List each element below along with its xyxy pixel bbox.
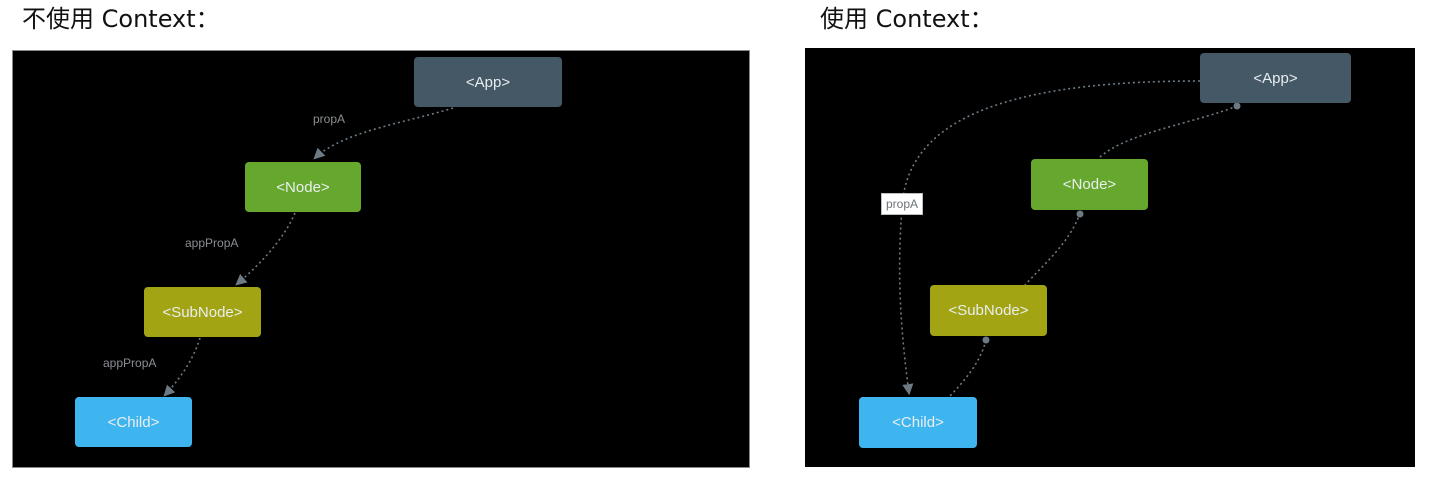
caption-with-context: 使用 Context： <box>820 5 994 33</box>
edge-node-to-subnode <box>1024 212 1081 286</box>
diagram-with-context: propA <App> <Node> <SubNode> <Child> <box>805 48 1415 467</box>
edge-app-to-node <box>1098 105 1238 159</box>
edge-label-propA-context: propA <box>881 193 924 215</box>
node-app: <App> <box>1200 53 1351 103</box>
node-child: <Child> <box>859 397 977 448</box>
node-app: <App> <box>414 57 562 107</box>
edge-label-appPropA-1: appPropA <box>185 236 239 250</box>
edge-label-propA: propA <box>313 112 346 126</box>
edge-label-appPropA-2: appPropA <box>103 356 157 370</box>
diagram-without-context: propA appPropA appPropA <App> <Node> <Su… <box>12 50 750 468</box>
node-child: <Child> <box>75 397 192 447</box>
caption-without-context: 不使用 Context： <box>22 5 220 33</box>
node-subnode: <SubNode> <box>144 287 261 337</box>
edge-app-to-child-context <box>898 80 1201 396</box>
edge-subnode-to-child <box>163 337 201 397</box>
link-dot-subnode <box>982 336 990 344</box>
link-dot-node <box>1076 210 1084 218</box>
link-dot-app <box>1233 102 1241 110</box>
edge-node-to-subnode <box>235 212 296 286</box>
edge-subnode-to-child <box>949 339 987 397</box>
node-subnode: <SubNode> <box>930 285 1047 336</box>
node-node: <Node> <box>245 162 361 212</box>
node-node: <Node> <box>1031 159 1148 210</box>
